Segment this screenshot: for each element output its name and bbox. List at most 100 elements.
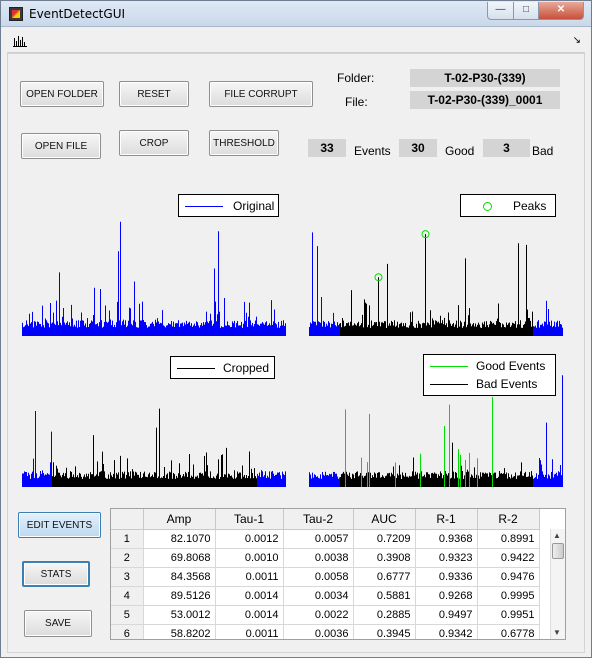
table-cell[interactable]: 89.5126	[143, 586, 216, 606]
table-cell[interactable]: 0.9323	[415, 548, 478, 568]
table-cell[interactable]: 0.9368	[415, 529, 478, 549]
window-title: EventDetectGUI	[29, 7, 126, 21]
column-header-tau-2: Tau-2	[283, 509, 354, 530]
folder-label: Folder:	[337, 71, 375, 85]
app-window: EventDetectGUI — □ ✕ ↘ OPEN FOLDER RESET…	[0, 0, 592, 658]
table-cell[interactable]: 84.3568	[143, 567, 216, 587]
table-cell[interactable]: 53.0012	[143, 605, 216, 625]
table-cell[interactable]: 0.9995	[477, 586, 540, 606]
table-cell[interactable]: 0.3908	[353, 548, 416, 568]
stats-table[interactable]: Amp Tau-1 Tau-2 AUC R-1 R-2 1 82.1070 0.0012 0.0…	[110, 508, 566, 640]
peaks-legend-label: Peaks	[513, 199, 547, 213]
table-cell[interactable]: 69.8068	[143, 548, 216, 568]
table-cell[interactable]: 0.2885	[353, 605, 416, 625]
original-signal-plot	[22, 221, 286, 336]
row-number: 1	[111, 529, 144, 549]
table-cell[interactable]: 0.0011	[215, 567, 284, 587]
table-cell[interactable]: 0.9422	[477, 548, 540, 568]
table-row[interactable]: 3 84.3568 0.0011 0.0058 0.6777 0.9336 0.9476	[111, 567, 540, 587]
row-number: 3	[111, 567, 144, 587]
good-label: Good	[445, 144, 475, 158]
close-button[interactable]: ✕	[538, 2, 584, 20]
table-cell[interactable]: 0.0011	[215, 624, 284, 639]
row-header-corner	[111, 509, 144, 530]
cropped-legend-line	[177, 367, 215, 369]
table-cell[interactable]: 0.3945	[353, 624, 416, 639]
events-legend: Good Events Bad Events	[423, 354, 556, 396]
scroll-up-arrow-icon[interactable]: ▲	[553, 531, 561, 540]
title-bar: EventDetectGUI — □ ✕	[1, 1, 591, 27]
open-folder-button[interactable]: OPEN FOLDER	[20, 81, 104, 107]
original-trace	[22, 221, 286, 336]
peaks-legend: Peaks	[460, 194, 556, 217]
table-cell[interactable]: 0.6777	[353, 567, 416, 587]
table-cell[interactable]: 0.0058	[283, 567, 354, 587]
table-cell[interactable]: 0.0034	[283, 586, 354, 606]
table-cell[interactable]: 0.5881	[353, 586, 416, 606]
table-cell[interactable]: 58.8202	[143, 624, 216, 639]
peaks-plot	[309, 230, 563, 336]
scroll-thumb[interactable]	[552, 543, 564, 559]
file-label: File:	[345, 95, 368, 109]
cropped-legend-label: Cropped	[223, 361, 270, 375]
peaks-legend-marker-icon	[483, 201, 492, 211]
table-cell[interactable]: 0.9951	[477, 605, 540, 625]
toolbar: ↘	[7, 29, 585, 53]
good-count: 30	[399, 139, 437, 157]
maximize-button[interactable]: □	[513, 2, 539, 20]
scroll-down-arrow-icon[interactable]: ▼	[553, 628, 561, 637]
table-cell[interactable]: 0.8991	[477, 529, 540, 549]
table-row[interactable]: 4 89.5126 0.0014 0.0034 0.5881 0.9268 0.9995	[111, 586, 540, 606]
table-cell[interactable]: 0.9336	[415, 567, 478, 587]
table-row[interactable]: 6 58.8202 0.0011 0.0036 0.3945 0.9342 0.6778	[111, 624, 540, 639]
crop-button[interactable]: CROP	[119, 130, 189, 156]
threshold-button[interactable]: THRESHOLD	[209, 130, 279, 156]
histogram-icon[interactable]	[13, 35, 27, 47]
column-header-tau-1: Tau-1	[215, 509, 284, 530]
folder-value: T-02-P30-(339)	[410, 69, 560, 87]
table-cell[interactable]: 0.0057	[283, 529, 354, 549]
save-button[interactable]: SAVE	[24, 610, 92, 637]
table-cell[interactable]: 0.0012	[215, 529, 284, 549]
minimize-button[interactable]: —	[487, 2, 514, 20]
reset-button[interactable]: RESET	[119, 81, 189, 107]
table-cell[interactable]: 82.1070	[143, 529, 216, 549]
original-legend-label: Original	[233, 199, 275, 213]
edit-events-button[interactable]: EDIT EVENTS	[18, 512, 101, 538]
table-cell[interactable]: 0.9476	[477, 567, 540, 587]
table-cell[interactable]: 0.0014	[215, 605, 284, 625]
row-number: 6	[111, 624, 144, 639]
row-number: 2	[111, 548, 144, 568]
main-panel: OPEN FOLDER RESET FILE CORRUPT OPEN FILE…	[7, 53, 585, 653]
cropped-trace	[22, 408, 286, 487]
table-cell[interactable]: 0.0038	[283, 548, 354, 568]
events-count: 33	[308, 139, 346, 157]
table-header-row: Amp Tau-1 Tau-2 AUC R-1 R-2	[111, 509, 540, 530]
table-cell[interactable]: 0.0036	[283, 624, 354, 639]
table-cell[interactable]: 0.0022	[283, 605, 354, 625]
original-legend: Original	[178, 194, 279, 217]
table-cell[interactable]: 0.6778	[477, 624, 540, 639]
table-cell[interactable]: 0.9268	[415, 586, 478, 606]
table-vertical-scrollbar[interactable]: ▲ ▼	[550, 529, 565, 639]
bad-events-legend-line	[430, 383, 468, 385]
cropped-legend: Cropped	[170, 356, 275, 379]
table-cell[interactable]: 0.0010	[215, 548, 284, 568]
table-cell[interactable]: 0.9342	[415, 624, 478, 639]
table-row[interactable]: 1 82.1070 0.0012 0.0057 0.7209 0.9368 0.8991	[111, 529, 540, 549]
stats-button[interactable]: STATS	[22, 561, 90, 587]
good-events-legend-label: Good Events	[476, 359, 546, 373]
table-cell[interactable]: 0.0014	[215, 586, 284, 606]
table-cell[interactable]: 0.9497	[415, 605, 478, 625]
file-corrupt-button[interactable]: FILE CORRUPT	[209, 81, 313, 107]
table-row[interactable]: 5 53.0012 0.0014 0.0022 0.2885 0.9497 0.9951	[111, 605, 540, 625]
row-number: 4	[111, 586, 144, 606]
bad-count: 3	[483, 139, 530, 157]
good-events-legend-line	[430, 365, 468, 367]
open-file-button[interactable]: OPEN FILE	[21, 133, 101, 159]
table-row[interactable]: 2 69.8068 0.0010 0.0038 0.3908 0.9323 0.9422	[111, 548, 540, 568]
table-cell[interactable]: 0.7209	[353, 529, 416, 549]
bad-label: Bad	[532, 144, 554, 158]
peaks-trace	[309, 230, 563, 336]
toolbar-overflow-icon[interactable]: ↘	[573, 35, 581, 46]
